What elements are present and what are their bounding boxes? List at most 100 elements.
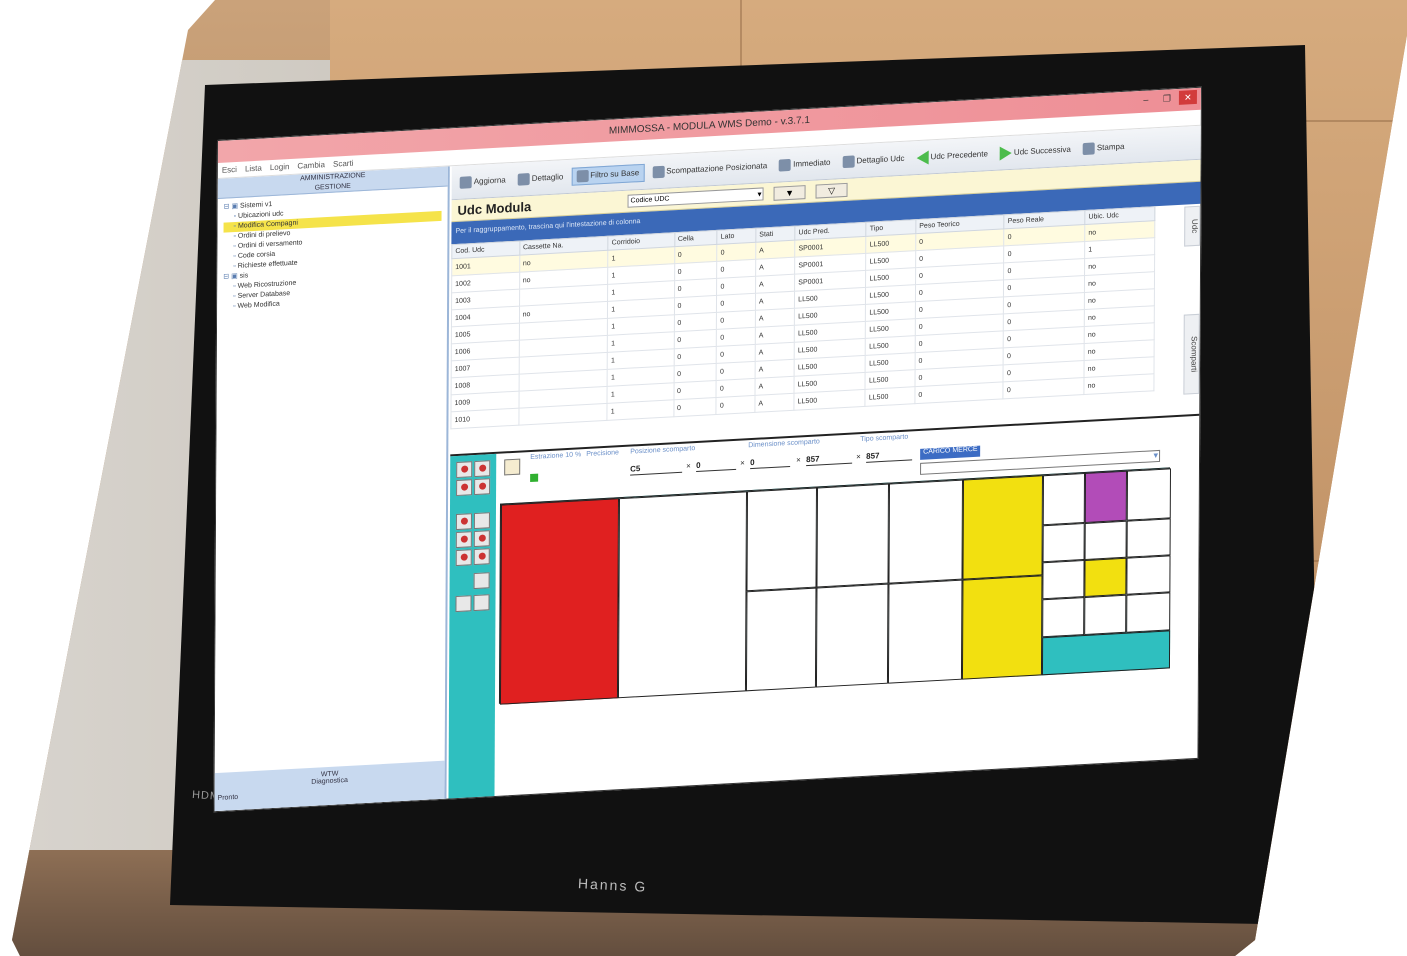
tool-save-icon[interactable] xyxy=(455,595,472,613)
toolbar-button-0[interactable]: Aggiorna xyxy=(456,172,510,191)
compartment-cell[interactable] xyxy=(816,483,890,588)
compartment-cell[interactable] xyxy=(617,491,748,699)
toolbar-button-label: Immediato xyxy=(793,157,831,169)
table-cell: 0 xyxy=(716,395,755,415)
dimension-y-field[interactable]: 857 xyxy=(866,449,913,463)
toolbar-button-7[interactable]: Udc Successiva xyxy=(996,140,1075,162)
compartment-cell[interactable] xyxy=(499,498,620,705)
tool-undo-button[interactable] xyxy=(473,548,490,566)
compartment-cell[interactable] xyxy=(961,575,1043,680)
table-cell: A xyxy=(755,308,795,328)
folder-icon: ⊟ ▣ xyxy=(223,272,240,281)
tool-edit-icon[interactable] xyxy=(473,572,490,590)
menu-item-login[interactable]: Login xyxy=(270,162,290,172)
tool-add-row-button[interactable] xyxy=(474,460,491,478)
layout-tool-column xyxy=(448,453,497,801)
tool-add-button[interactable] xyxy=(456,461,473,479)
toolbar-button-2[interactable]: Filtro su Base xyxy=(571,163,645,186)
compartment-cell[interactable] xyxy=(815,583,889,688)
toolbar-button-label: Dettaglio xyxy=(531,172,564,183)
toolbar-button-5[interactable]: Dettaglio Udc xyxy=(838,150,908,170)
split-icon xyxy=(652,165,665,178)
table-cell: 0 xyxy=(716,293,756,313)
position-y-field[interactable]: 0 xyxy=(750,455,791,470)
table-cell: 0 xyxy=(716,327,756,347)
tool-delete-button[interactable] xyxy=(455,549,472,567)
layout-tool-icon[interactable] xyxy=(504,458,521,476)
label-position: Posizione scomparto xyxy=(630,445,696,456)
compartment-cell[interactable] xyxy=(746,487,818,592)
close-button[interactable]: ✕ xyxy=(1178,89,1197,105)
toolbar-button-label: Dettaglio Udc xyxy=(856,153,905,166)
minimize-button[interactable]: – xyxy=(1137,92,1155,107)
compartment-cell[interactable] xyxy=(1126,468,1171,521)
table-cell: 0 xyxy=(717,242,756,262)
compartment-cell[interactable] xyxy=(1042,522,1085,563)
tree-item-label: sis xyxy=(239,272,249,280)
detail-icon xyxy=(517,172,530,186)
tree-item-label: Web Modifica xyxy=(237,300,280,310)
toolbar-button-4[interactable]: Immediato xyxy=(775,154,834,173)
compartment-cell[interactable] xyxy=(1126,592,1171,633)
arrow-left-icon xyxy=(916,149,929,165)
toolbar-button-1[interactable]: Dettaglio xyxy=(514,169,568,188)
tab-udc[interactable]: Udc xyxy=(1184,205,1201,247)
filter-clear-button[interactable]: ▽ xyxy=(815,182,848,199)
tree-item-label: Ordini di versamento xyxy=(237,239,303,250)
compartment-cell[interactable] xyxy=(1084,594,1127,636)
photo-background: HDMI Hanns G MIMMOSSA - MODULA WMS Demo … xyxy=(12,0,1407,956)
toolbar-button-3[interactable]: Scompattazione Posizionata xyxy=(648,157,771,180)
table-cell: no xyxy=(1084,373,1154,395)
compartment-cell[interactable] xyxy=(887,579,963,684)
tool-paste-button[interactable] xyxy=(473,530,490,548)
table-cell: LL500 xyxy=(794,389,866,411)
edit-icon xyxy=(842,154,855,168)
tree-item-label: Ordini di prelievo xyxy=(237,230,291,240)
table-cell: 0 xyxy=(717,259,756,279)
label-dimension: Dimensione scomparto xyxy=(748,438,820,450)
compartment-cell[interactable] xyxy=(1042,472,1085,526)
tree-item-label: Server Database xyxy=(237,290,291,300)
compartment-cell[interactable] xyxy=(745,587,817,692)
precision-field[interactable]: C5 xyxy=(630,461,683,476)
menu-item-change[interactable]: Cambia xyxy=(297,160,325,170)
compartment-layout-editor: Estrazione 10 % Precisione Posizione sco… xyxy=(448,416,1201,801)
tool-move-button[interactable] xyxy=(455,513,472,531)
table-cell: A xyxy=(755,257,795,277)
compartment-cell[interactable] xyxy=(962,475,1043,580)
tool-split-button[interactable] xyxy=(456,479,473,497)
position-x-field[interactable]: 0 xyxy=(696,458,737,473)
compartment-cell[interactable] xyxy=(888,479,964,584)
toolbar-button-6[interactable]: Udc Precedente xyxy=(913,145,992,167)
type-value[interactable]: CARICO MERCE xyxy=(920,445,981,460)
compartment-cell[interactable] xyxy=(1084,470,1127,523)
compartment-cell[interactable] xyxy=(1126,555,1171,595)
tab-compartments[interactable]: Scomparti xyxy=(1183,313,1200,395)
maximize-button[interactable]: ❐ xyxy=(1158,91,1176,106)
table-cell: 0 xyxy=(716,344,756,364)
compartment-cell[interactable] xyxy=(1042,560,1085,600)
navigation-panel: AMMINISTRAZIONE GESTIONE ⊟ ▣ Sistemi v1 ▫… xyxy=(214,166,450,813)
field-select[interactable]: Codice UDC xyxy=(627,187,764,208)
tool-copy-button[interactable] xyxy=(455,531,472,549)
compartment-cell[interactable] xyxy=(1084,520,1127,561)
menu-item-exit[interactable]: Esci xyxy=(222,165,237,175)
menu-item-discard[interactable]: Scarti xyxy=(333,159,353,169)
tree-item-label: Sistemi v1 xyxy=(240,201,273,210)
filter-apply-button[interactable]: ▼ xyxy=(773,184,806,201)
table-cell: 1010 xyxy=(450,408,519,429)
toolbar-button-8[interactable]: Stampa xyxy=(1079,138,1129,157)
dimension-x-field[interactable]: 857 xyxy=(806,452,853,467)
menu-item-list[interactable]: Lista xyxy=(245,164,262,174)
compartment-cell[interactable] xyxy=(1042,597,1085,638)
compartment-cell[interactable] xyxy=(1041,630,1171,676)
tool-resize-button[interactable] xyxy=(473,512,490,530)
compartment-cell[interactable] xyxy=(1126,518,1171,558)
tool-open-icon[interactable] xyxy=(473,594,490,612)
navigation-tree: ⊟ ▣ Sistemi v1 ▫ Ubicazioni udc ▫ Modifica… xyxy=(217,187,448,317)
compartment-cell[interactable] xyxy=(1084,557,1127,598)
table-cell: A xyxy=(755,274,795,294)
tool-merge-button[interactable] xyxy=(474,478,491,496)
tree-item-label: Code corsia xyxy=(237,250,276,260)
label-extraction: Estrazione 10 % xyxy=(530,451,582,462)
